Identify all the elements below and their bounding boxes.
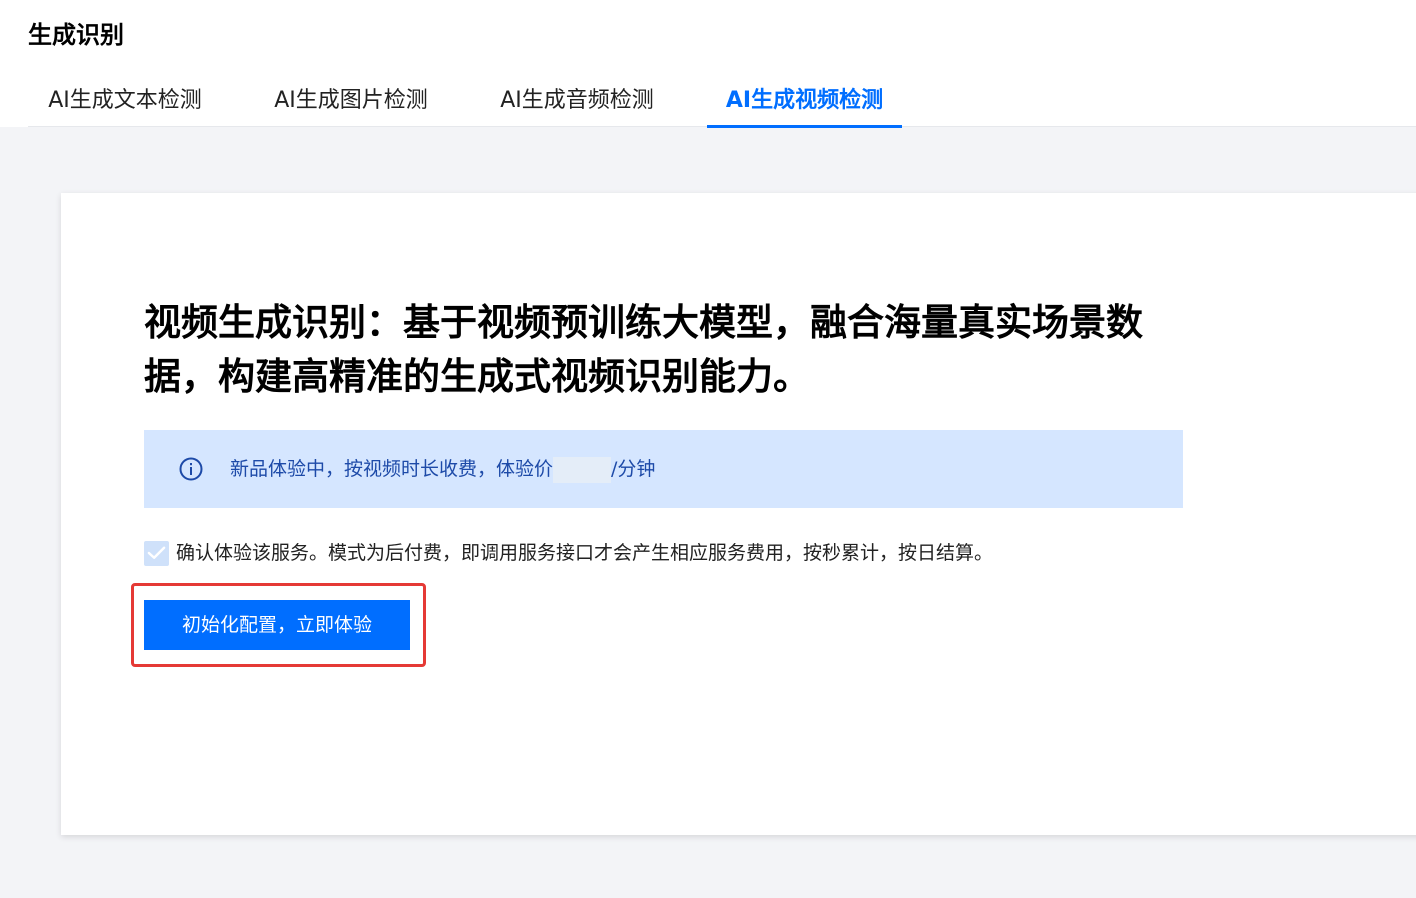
headline: 视频生成识别：基于视频预训练大模型，融合海量真实场景数据，构建高精准的生成式视频…	[144, 301, 1143, 398]
page-title: 生成识别	[28, 21, 124, 49]
notice-text-suffix: /分钟	[611, 458, 656, 480]
tab-ai-video-detection[interactable]: AI生成视频检测	[707, 80, 902, 128]
info-icon	[179, 457, 203, 481]
init-and-try-button[interactable]: 初始化配置，立即体验	[144, 600, 410, 650]
tab-ai-text-detection[interactable]: AI生成文本检测	[45, 80, 205, 127]
notice-text-prefix: 新品体验中，按视频时长收费，体验价	[230, 458, 554, 480]
page-header: 生成识别 AI生成文本检测 AI生成图片检测 AI生成音频检测 AI生成视频检测	[0, 0, 1416, 128]
confirm-text: 确认体验该服务。模式为后付费，即调用服务接口才会产生相应服务费用，按秒累计，按日…	[176, 542, 994, 564]
tab-ai-audio-detection[interactable]: AI生成音频检测	[497, 80, 657, 127]
tab-ai-image-detection[interactable]: AI生成图片检测	[271, 80, 431, 127]
notice-text: 新品体验中，按视频时长收费，体验价/分钟	[230, 455, 655, 483]
checkmark-icon	[147, 546, 166, 559]
confirm-checkbox[interactable]	[144, 541, 169, 566]
price-redacted	[553, 456, 612, 483]
video-detection-card: 视频生成识别：基于视频预训练大模型，融合海量真实场景数据，构建高精准的生成式视频…	[61, 193, 1416, 835]
pricing-notice: 新品体验中，按视频时长收费，体验价/分钟	[144, 430, 1183, 508]
tab-bar: AI生成文本检测 AI生成图片检测 AI生成音频检测 AI生成视频检测	[28, 80, 1416, 128]
